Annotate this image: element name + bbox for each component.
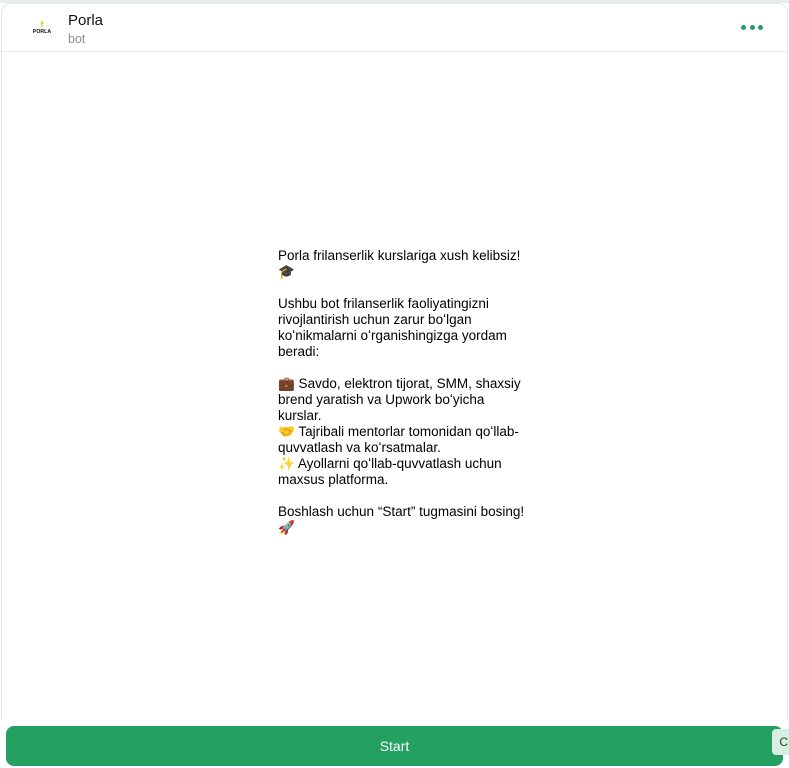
start-button[interactable]: Start: [6, 726, 783, 766]
menu-dot: [741, 24, 746, 30]
more-dots-icon[interactable]: [741, 20, 763, 34]
menu-dot: [758, 24, 763, 30]
start-button-label: Start: [379, 738, 410, 754]
porla-logo-icon: PORLA: [33, 20, 51, 35]
bot-avatar[interactable]: PORLA: [26, 13, 58, 45]
chat-title: Porla: [68, 12, 104, 29]
side-chip[interactable]: C: [772, 729, 789, 755]
menu-dot: [749, 24, 755, 30]
telegram-bot-window: PORLA Porla bot Porla frilanserlik kursl…: [0, 0, 789, 768]
chat-panel: PORLA Porla bot Porla frilanserlik kursl…: [1, 3, 788, 721]
avatar-text: PORLA: [33, 29, 51, 35]
welcome-message: Porla frilanserlik kurslariga xush kelib…: [278, 248, 525, 535]
side-chip-label: C: [779, 735, 788, 749]
chat-header: PORLA Porla bot: [2, 4, 787, 52]
chat-subtitle: bot: [68, 32, 86, 46]
